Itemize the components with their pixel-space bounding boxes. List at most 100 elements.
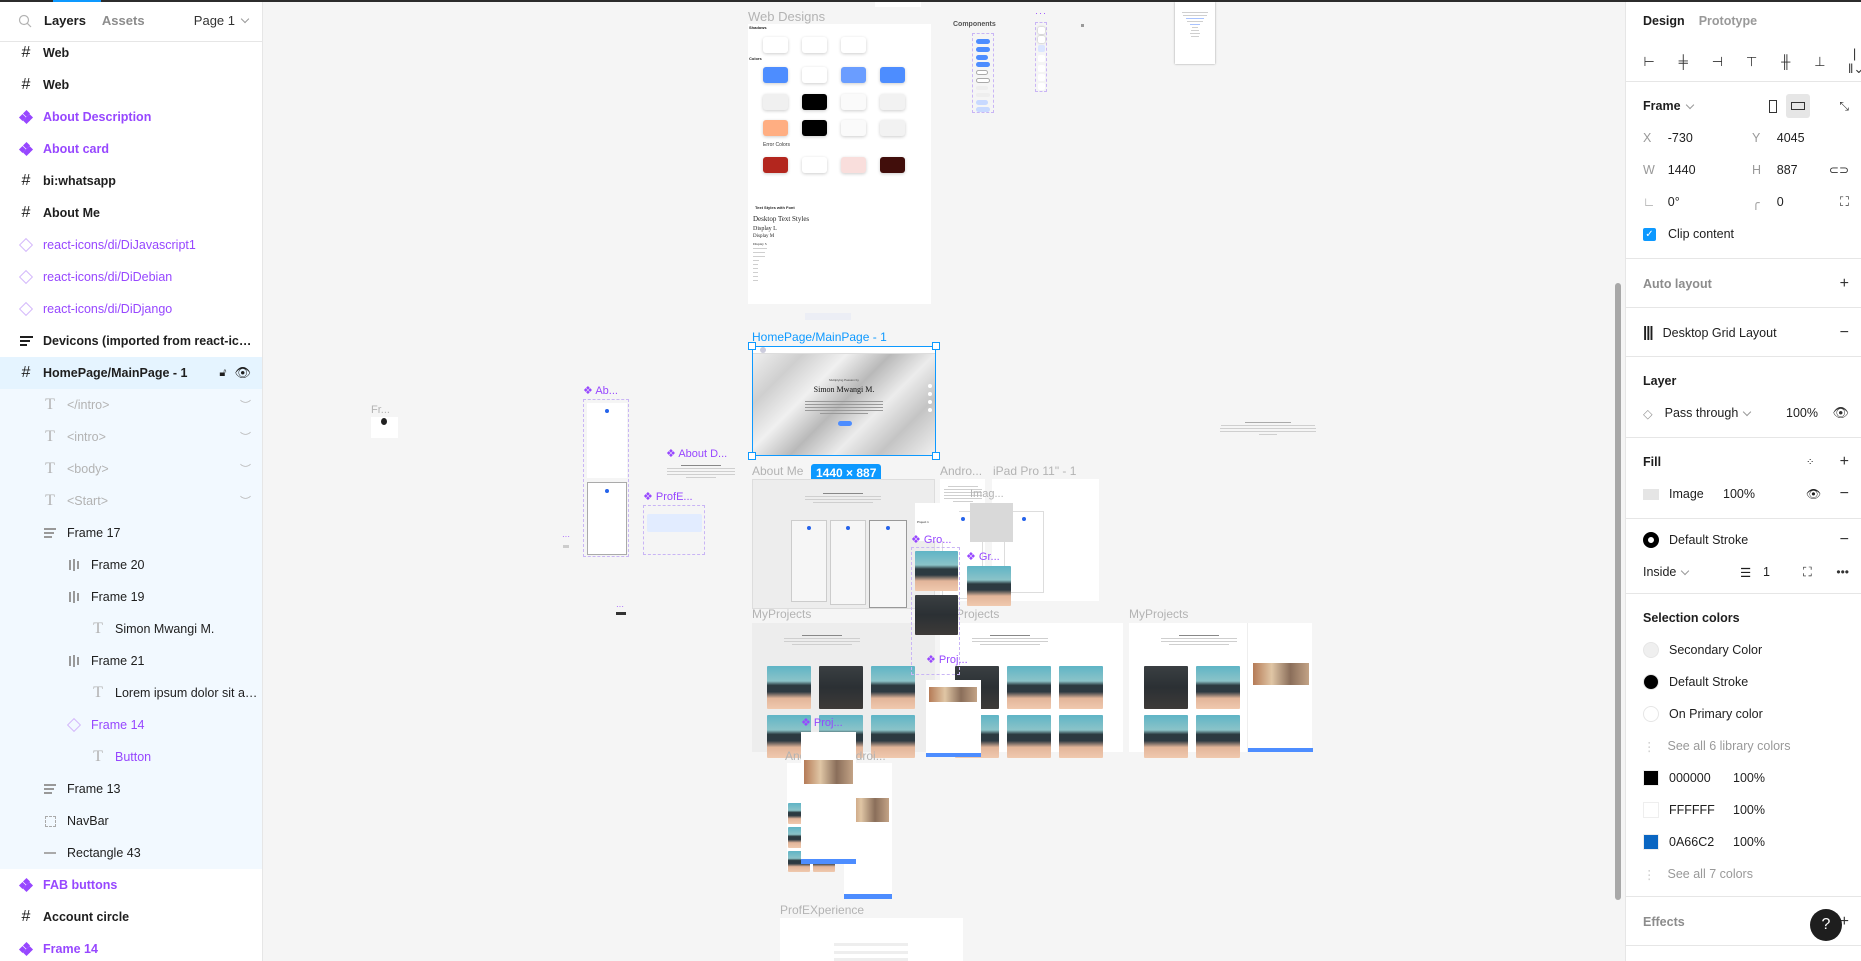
layer-row[interactable]: T Button xyxy=(0,741,262,773)
frame-label-components[interactable]: Components xyxy=(953,21,996,28)
layer-row[interactable]: react-icons/di/DiDebian xyxy=(0,261,262,293)
component-label-ab[interactable]: ❖ Ab... xyxy=(583,384,618,397)
resize-handle-tl[interactable] xyxy=(748,342,756,350)
remove-fill-icon[interactable]: − xyxy=(1840,485,1849,503)
align-top-icon[interactable]: ⊤ xyxy=(1746,54,1758,70)
frame-label-about-me[interactable]: About Me xyxy=(752,464,803,478)
columns-grid-icon[interactable]: ||| xyxy=(1643,324,1654,341)
component-label-prof-e[interactable]: ❖ ProfE... xyxy=(643,490,693,503)
unlock-icon[interactable]: 🔓︎ xyxy=(219,367,226,380)
tab-assets[interactable]: Assets xyxy=(102,13,145,28)
layer-row[interactable]: # Account circle xyxy=(0,901,262,933)
align-horizontal-center-icon[interactable]: ╪ xyxy=(1677,54,1689,69)
help-button[interactable]: ? xyxy=(1810,909,1842,941)
y-input[interactable]: 4045 xyxy=(1777,131,1861,145)
color-swatch[interactable] xyxy=(1643,802,1659,818)
search-icon[interactable] xyxy=(18,14,32,28)
tab-prototype[interactable]: Prototype xyxy=(1699,14,1757,28)
layer-row[interactable]: T Lorem ipsum dolor sit am... xyxy=(0,677,262,709)
layer-row[interactable]: Frame 14 xyxy=(0,933,262,961)
fab-buttons-set[interactable] xyxy=(1035,22,1047,92)
clip-content-checkbox[interactable]: ✓ xyxy=(1643,227,1656,241)
color-swatch[interactable] xyxy=(1643,642,1659,658)
web-designs-frame[interactable]: Shadows Colors Error Colors Text Styles … xyxy=(748,24,931,304)
canvas-vertical-scrollbar[interactable] xyxy=(1615,283,1621,900)
image-fill-thumbnail[interactable] xyxy=(1643,488,1659,500)
fill-visibility-eye-icon[interactable]: 👁 xyxy=(1806,487,1821,501)
fill-type-label[interactable]: Image xyxy=(1669,487,1704,501)
hex-opacity[interactable]: 100% xyxy=(1733,835,1765,849)
color-swatch[interactable] xyxy=(1643,834,1659,850)
frame-label-image[interactable]: Imag... xyxy=(970,488,1004,500)
layer-row[interactable]: # HomePage/MainPage - 1 🔓︎ 👁︎ xyxy=(0,357,262,389)
layer-row[interactable]: T Simon Mwangi M. xyxy=(0,613,262,645)
stroke-position-select[interactable]: Inside xyxy=(1643,565,1676,579)
eye-closed-icon[interactable]: ︶ xyxy=(240,493,251,509)
see-all-library-colors-link[interactable]: See all 6 library colors xyxy=(1668,739,1791,753)
resize-handle-br[interactable] xyxy=(932,452,940,460)
align-bottom-icon[interactable]: ⊥ xyxy=(1814,54,1826,70)
frame-type-label[interactable]: Frame xyxy=(1643,99,1681,113)
align-left-icon[interactable]: ⊢ xyxy=(1643,54,1655,70)
individual-strokes-icon[interactable]: ⛶ xyxy=(1803,565,1812,580)
frame-label-ipad[interactable]: iPad Pro 11" - 1 xyxy=(993,464,1076,478)
resize-handle-bl[interactable] xyxy=(748,452,756,460)
layer-row[interactable]: react-icons/di/DiDjango xyxy=(0,293,262,325)
components-set[interactable] xyxy=(972,33,994,113)
hex-opacity[interactable]: 100% xyxy=(1733,803,1765,817)
layer-row[interactable]: Frame 19 xyxy=(0,581,262,613)
frame-label-myprojects-1[interactable]: MyProjects xyxy=(752,607,811,621)
eye-icon[interactable]: 👁︎ xyxy=(234,365,251,381)
more-stroke-options-icon[interactable]: ••• xyxy=(1836,565,1849,579)
remove-grid-icon[interactable]: − xyxy=(1840,324,1849,342)
layer-row[interactable]: react-icons/di/DiJavascript1 xyxy=(0,229,262,261)
align-vertical-center-icon[interactable]: ╫ xyxy=(1780,54,1792,69)
layer-row[interactable]: Rectangle 43 xyxy=(0,837,262,869)
width-input[interactable]: 1440 xyxy=(1668,163,1752,177)
selection-box[interactable] xyxy=(752,346,936,456)
layer-row[interactable]: # Web xyxy=(0,37,262,69)
fill-opacity-input[interactable]: 100% xyxy=(1723,487,1755,501)
color-swatch[interactable] xyxy=(1643,770,1659,786)
hex-value[interactable]: FFFFFF xyxy=(1669,803,1733,817)
eye-closed-icon[interactable]: ︶ xyxy=(240,461,251,477)
hex-color-row[interactable]: 0A66C2 100% xyxy=(1626,826,1861,858)
constrain-proportions-icon[interactable]: ⊂⊃ xyxy=(1829,163,1849,177)
eye-closed-icon[interactable]: ︶ xyxy=(240,429,251,445)
small-icon[interactable] xyxy=(1081,24,1084,27)
about-description-text[interactable] xyxy=(1218,420,1318,437)
resize-handle-tr[interactable] xyxy=(932,342,940,350)
layer-row[interactable]: # bi:whatsapp xyxy=(0,165,262,197)
layer-row[interactable]: # Web xyxy=(0,69,262,101)
component-label-gr[interactable]: ❖ Gr... xyxy=(966,550,1000,563)
layer-row[interactable]: T <intro> ︶ xyxy=(0,421,262,453)
component-label-proj-2[interactable]: ❖ Proj... xyxy=(801,716,843,729)
frame-label-prof-experience[interactable]: ProfEXperience xyxy=(780,903,864,917)
layer-visibility-eye-icon[interactable]: 👁 xyxy=(1832,405,1849,421)
layer-row[interactable]: About card xyxy=(0,133,262,165)
portrait-orientation-icon[interactable] xyxy=(1769,99,1777,113)
frame-label-myprojects-3[interactable]: MyProjects xyxy=(1129,607,1188,621)
blend-mode-select[interactable]: Pass through xyxy=(1665,406,1739,420)
frame-label-web-designs[interactable]: Web Designs xyxy=(748,9,825,24)
hex-color-row[interactable]: FFFFFF 100% xyxy=(1626,794,1861,826)
independent-corners-icon[interactable]: ⛶ xyxy=(1840,194,1849,210)
tab-layers[interactable]: Layers xyxy=(44,13,86,28)
layer-row[interactable]: NavBar xyxy=(0,805,262,837)
hex-value[interactable]: 000000 xyxy=(1669,771,1733,785)
see-all-colors-link[interactable]: See all 7 colors xyxy=(1668,867,1753,881)
page-selector[interactable]: Page 1 xyxy=(194,13,250,28)
frame-label-android-1[interactable]: Andro... xyxy=(940,464,982,478)
layer-row[interactable]: Frame 17 xyxy=(0,517,262,549)
layer-row[interactable]: Frame 20 xyxy=(0,549,262,581)
hex-color-row[interactable]: 000000 100% xyxy=(1626,762,1861,794)
prof-experience-frame[interactable] xyxy=(780,918,963,961)
project-detail-component-2[interactable] xyxy=(801,732,856,864)
small-chip[interactable] xyxy=(563,545,569,548)
align-right-icon[interactable]: ⊣ xyxy=(1711,54,1723,70)
layer-opacity-input[interactable]: 100% xyxy=(1786,406,1818,420)
stroke-style-name[interactable]: Default Stroke xyxy=(1669,533,1748,547)
color-swatch[interactable] xyxy=(1643,706,1659,722)
layer-row[interactable]: T <Start> ︶ xyxy=(0,485,262,517)
layer-row[interactable]: Devicons (imported from react-icons ... xyxy=(0,325,262,357)
